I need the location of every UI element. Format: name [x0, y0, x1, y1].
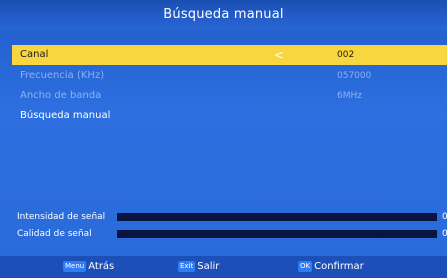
signal-strength-label: Intensidad de señal	[17, 212, 106, 222]
back-hint[interactable]: Menu Atrás	[63, 260, 114, 274]
signal-strength-value: 0%	[442, 212, 447, 222]
signal-quality-label: Calidad de señal	[17, 229, 92, 239]
exit-key-icon: Exit	[178, 260, 196, 272]
menu-item-busqueda-manual[interactable]: Búsqueda manual	[12, 106, 447, 126]
menu-item-canal[interactable]: Canal < 002	[12, 45, 447, 65]
canal-label: Canal	[20, 49, 49, 60]
left-arrow-icon[interactable]: <	[274, 45, 284, 65]
signal-quality-bar	[117, 230, 437, 238]
signal-quality-meter: Calidad de señal 0%	[17, 227, 447, 241]
signal-quality-value: 0%	[442, 229, 447, 239]
menu-key-icon: Menu	[63, 260, 87, 272]
menu-item-ancho-banda[interactable]: Ancho de banda 6MHz	[12, 86, 447, 106]
ancho-banda-label: Ancho de banda	[20, 90, 102, 101]
canal-value: 002	[337, 50, 355, 60]
confirm-label: Confirmar	[314, 261, 364, 272]
manual-search-screen: Búsqueda manual Canal < 002 Frecuencia (…	[0, 0, 447, 278]
back-label: Atrás	[88, 261, 115, 272]
signal-strength-meter: Intensidad de señal 0%	[17, 210, 447, 224]
ok-key-icon: OK	[298, 260, 313, 272]
menu-item-frecuencia[interactable]: Frecuencia (KHz) 057000	[12, 66, 447, 86]
exit-label: Salir	[197, 261, 220, 272]
screen-title: Búsqueda manual	[0, 0, 447, 30]
exit-hint[interactable]: Exit Salir	[178, 260, 219, 274]
footer-bar: Menu Atrás Exit Salir OK Confirmar	[0, 256, 447, 278]
busqueda-manual-label: Búsqueda manual	[20, 110, 111, 121]
signal-strength-bar	[117, 213, 437, 221]
ancho-banda-value: 6MHz	[337, 91, 362, 101]
frecuencia-value: 057000	[337, 71, 372, 81]
frecuencia-label: Frecuencia (KHz)	[20, 70, 105, 81]
confirm-hint[interactable]: OK Confirmar	[298, 260, 364, 274]
